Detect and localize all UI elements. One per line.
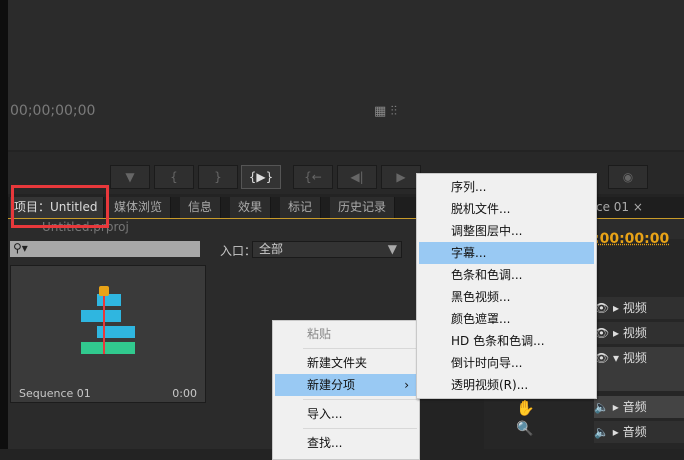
close-icon[interactable]: × [633,200,643,214]
submenu-item-title[interactable]: 字幕... [419,242,594,264]
go-in-out-icon[interactable]: {▶} [241,165,281,189]
tab-markers[interactable]: 标记 [280,197,322,218]
track-label: 视频 [622,326,647,340]
camera-icon[interactable]: ◉ [608,165,648,189]
annotation-box [11,185,109,228]
submenu-item-black-video[interactable]: 黑色视频... [419,286,594,308]
track-label: 音频 [622,400,647,414]
sequence-thumbnail[interactable]: Sequence 01 0:00 [10,265,206,403]
monitor-icons: ▦ ⫶⫶ [374,104,397,119]
thumb-bar [81,342,135,354]
marker-icon[interactable]: ▼ [110,165,150,189]
play-icon[interactable]: ▶ [381,165,421,189]
playhead [103,292,105,354]
tab-info[interactable]: 信息 [180,197,222,218]
tab-history[interactable]: 历史记录 [330,197,396,218]
entry-label: 入口： [220,244,257,258]
thumb-bar [81,310,121,322]
mark-in-icon[interactable]: { [154,165,194,189]
mark-out-icon[interactable]: } [198,165,238,189]
menu-item-new-folder[interactable]: 新建文件夹 [275,352,417,374]
sequence-tab[interactable]: ce 01 × [596,200,643,214]
track-label: 音频 [622,425,647,439]
sequence-timecode[interactable]: :00:00:00 [594,231,669,247]
source-monitor [8,0,684,150]
menu-item-paste[interactable]: 粘贴 [275,323,417,345]
track-label: 视频 [622,351,647,365]
submenu-item-hd-bars-tone[interactable]: HD 色条和色调... [419,330,594,352]
hand-tool-icon[interactable]: ✋ [516,399,535,417]
track-label: 视频 [622,301,647,315]
submenu: 序列... 脱机文件... 调整图层中... 字幕... 色条和色调... 黑色… [416,173,597,399]
submenu-item-sequence[interactable]: 序列... [419,176,594,198]
menu-item-find[interactable]: 查找... [275,432,417,454]
submenu-item-transparent-video[interactable]: 透明视频(R)... [419,374,594,396]
submenu-item-color-matte[interactable]: 颜色遮罩... [419,308,594,330]
monitor-timecode: 00;00;00;00 [10,103,96,119]
waveform-icon[interactable]: ⫶⫶ [390,104,397,119]
go-to-in-icon[interactable]: {← [293,165,333,189]
context-menu: 粘贴 新建文件夹 新建分项 › 导入... 查找... [272,320,420,460]
left-edge [0,0,8,449]
submenu-item-adjustment-layer[interactable]: 调整图层中... [419,220,594,242]
submenu-item-bars-tone[interactable]: 色条和色调... [419,264,594,286]
playhead-handle [99,286,109,296]
tab-media-browser[interactable]: 媒体浏览 [106,197,172,218]
step-back-icon[interactable]: ◀| [337,165,377,189]
film-icon[interactable]: ▦ [374,104,386,119]
chevron-right-icon: › [404,378,409,392]
chevron-down-icon: ▼ [387,242,397,256]
search-icon: ⚲▾ [13,241,28,255]
menu-item-new-item[interactable]: 新建分项 › [275,374,417,396]
search-input[interactable]: ⚲▾ [10,241,200,257]
submenu-item-countdown[interactable]: 倒计时向导... [419,352,594,374]
thumb-duration: 0:00 [172,387,197,400]
thumb-name: Sequence 01 [19,387,91,400]
entry-select[interactable]: 全部 ▼ [252,241,402,258]
speaker-icon[interactable]: 🔈 [594,400,609,414]
zoom-tool-icon[interactable]: 🔍 [516,421,533,437]
tab-effects[interactable]: 效果 [230,197,272,218]
menu-item-import[interactable]: 导入... [275,403,417,425]
submenu-item-offline-file[interactable]: 脱机文件... [419,198,594,220]
speaker-icon[interactable]: 🔈 [594,425,609,439]
